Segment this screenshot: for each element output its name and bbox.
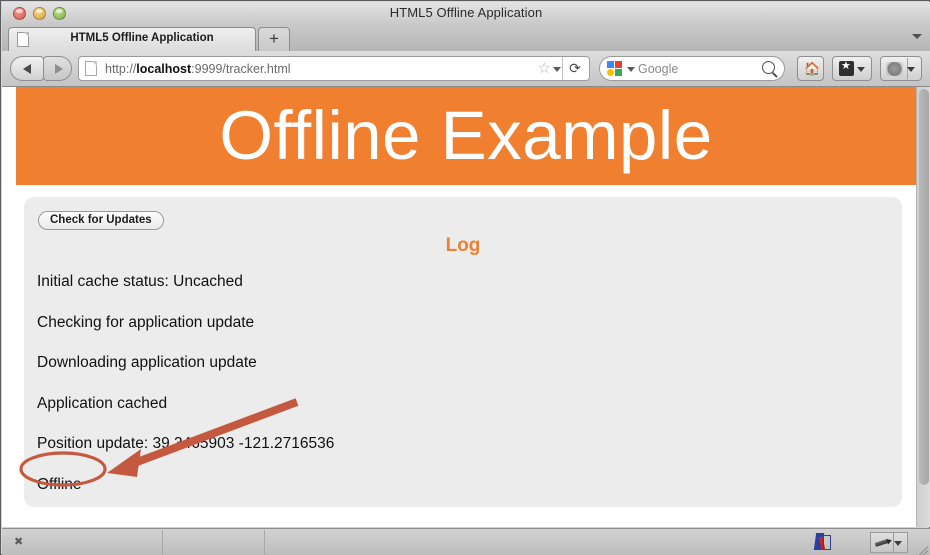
log-list: Initial cache status: Uncached Checking … bbox=[37, 273, 877, 494]
chevron-down-icon[interactable] bbox=[912, 34, 922, 39]
chevron-down-icon[interactable] bbox=[553, 67, 561, 72]
search-box[interactable]: Google bbox=[599, 56, 785, 81]
window-frame: HTML5 Offline Application HTML5 Offline … bbox=[0, 0, 930, 555]
log-heading: Log bbox=[445, 235, 481, 256]
log-line: Initial cache status: Uncached bbox=[37, 273, 243, 290]
divider bbox=[162, 530, 163, 555]
page-viewport: Offline Example Check for Updates Log In… bbox=[2, 87, 930, 527]
pen-tool-button[interactable] bbox=[870, 532, 908, 553]
log-line: Downloading application update bbox=[37, 354, 257, 371]
document-icon bbox=[17, 32, 29, 47]
home-button[interactable]: 🏠 bbox=[797, 56, 824, 81]
divider bbox=[264, 530, 265, 555]
tab-strip: HTML5 Offline Application + bbox=[2, 25, 930, 52]
browser-window-screenshot: HTML5 Offline Application HTML5 Offline … bbox=[0, 0, 930, 555]
page-title: Offline Example bbox=[219, 97, 713, 174]
chevron-down-icon[interactable] bbox=[894, 541, 902, 546]
search-icon[interactable] bbox=[762, 61, 775, 74]
chevron-down-icon[interactable] bbox=[627, 67, 635, 72]
url-prefix: http:// bbox=[105, 62, 137, 76]
pen-tool-icon bbox=[875, 537, 892, 549]
chevron-down-icon[interactable] bbox=[907, 67, 915, 72]
window-titlebar: HTML5 Offline Application bbox=[2, 2, 930, 26]
tab-label: HTML5 Offline Application bbox=[70, 32, 214, 44]
move-handle-icon[interactable]: ✖ bbox=[14, 537, 23, 548]
url-text: http://localhost:9999/tracker.html bbox=[105, 62, 291, 76]
url-host: localhost bbox=[136, 62, 192, 76]
window-title: HTML5 Offline Application bbox=[389, 5, 543, 20]
tools-button[interactable] bbox=[880, 56, 922, 81]
page-scrollbar-thumb[interactable] bbox=[919, 89, 929, 485]
search-input[interactable]: Google bbox=[638, 62, 678, 76]
tools-icon bbox=[886, 62, 903, 76]
forward-button[interactable] bbox=[43, 56, 72, 81]
log-line: Position update: 39.3465903 -121.2716536 bbox=[37, 435, 335, 452]
log-line: Checking for application update bbox=[37, 313, 255, 331]
google-logo-icon bbox=[607, 61, 623, 77]
back-button[interactable] bbox=[10, 56, 44, 81]
star-icon[interactable]: ☆ bbox=[538, 61, 551, 77]
tab-html5-offline-application[interactable]: HTML5 Offline Application bbox=[8, 27, 256, 51]
url-suffix: :9999/tracker.html bbox=[191, 62, 291, 76]
bookmarks-star-icon bbox=[839, 59, 854, 76]
log-line: Application cached bbox=[37, 394, 168, 412]
resize-grip-icon[interactable] bbox=[912, 534, 929, 555]
check-for-updates-button[interactable]: Check for Updates bbox=[38, 211, 164, 230]
back-arrow-icon bbox=[23, 64, 31, 74]
content-panel: Check for Updates Log Initial cache stat… bbox=[24, 197, 902, 507]
forward-arrow-icon bbox=[55, 64, 63, 74]
reload-button[interactable]: ⟳ bbox=[562, 57, 587, 80]
ruler-icon[interactable] bbox=[813, 533, 832, 551]
status-bar: ✖ bbox=[2, 528, 930, 555]
log-line-offline: Offline bbox=[37, 475, 82, 493]
page-icon bbox=[85, 61, 97, 76]
new-tab-button[interactable]: + bbox=[258, 27, 290, 51]
bookmarks-button[interactable] bbox=[832, 56, 872, 81]
navigation-toolbar: http://localhost:9999/tracker.html ☆ ⟳ G… bbox=[2, 51, 930, 87]
page-scrollbar[interactable] bbox=[916, 87, 930, 527]
home-icon: 🏠 bbox=[804, 61, 821, 76]
web-page: Offline Example Check for Updates Log In… bbox=[2, 87, 916, 527]
address-bar[interactable]: http://localhost:9999/tracker.html ☆ ⟳ bbox=[78, 56, 590, 81]
nav-buttons-group bbox=[10, 56, 72, 81]
chevron-down-icon[interactable] bbox=[857, 67, 865, 72]
page-banner: Offline Example bbox=[16, 87, 916, 185]
